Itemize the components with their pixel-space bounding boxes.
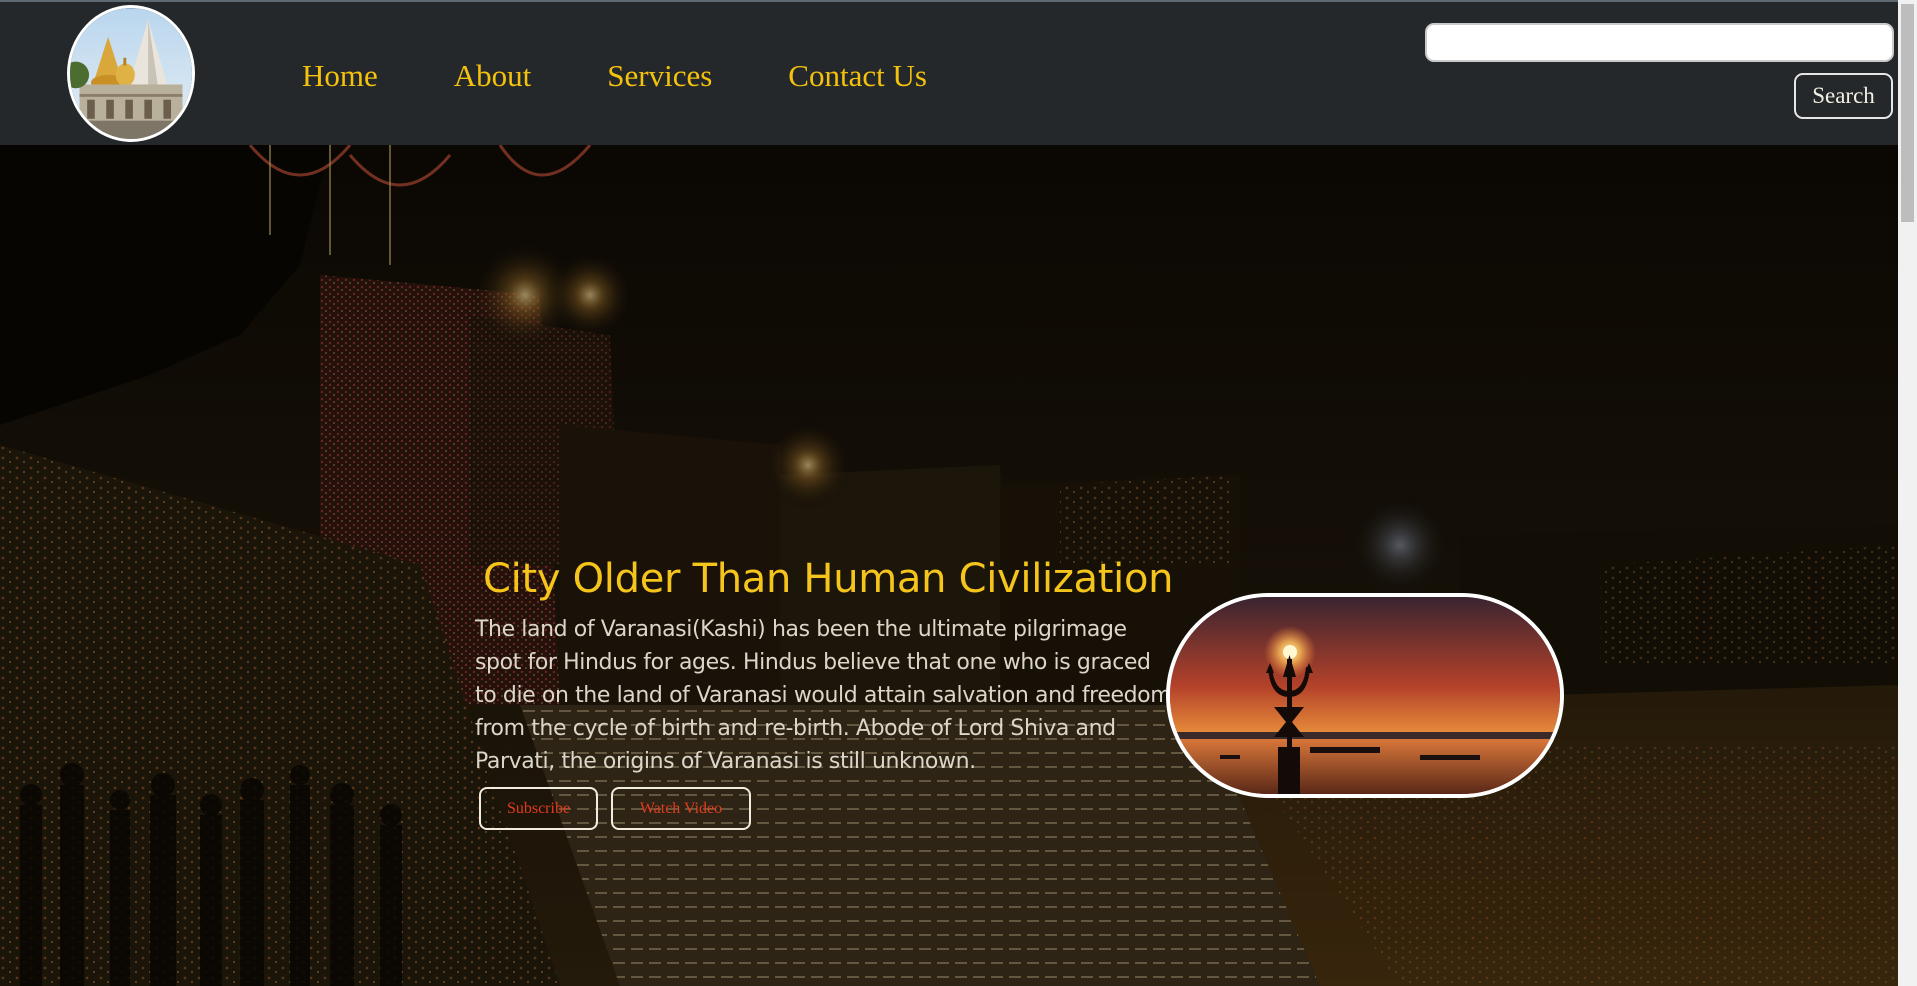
search-input[interactable] <box>1425 23 1894 62</box>
nav-link-about[interactable]: About <box>454 58 532 93</box>
temple-logo-image <box>70 8 192 139</box>
hero-title: City Older Than Human Civilization <box>483 556 1174 602</box>
watch-video-button[interactable]: Watch Video <box>611 787 751 830</box>
hero-description: The land of Varanasi(Kashi) has been the… <box>475 617 1172 774</box>
scrollbar-thumb[interactable] <box>1901 4 1914 222</box>
search-button[interactable]: Search <box>1794 73 1893 119</box>
temple-logo[interactable] <box>67 5 195 142</box>
trident-sunset-image <box>1166 593 1564 798</box>
nav-link-contact-us[interactable]: Contact Us <box>788 58 927 93</box>
nav-link-home[interactable]: Home <box>302 58 378 93</box>
hero-section: City Older Than Human Civilization The l… <box>0 0 1898 986</box>
page: Home About Services Contact Us Search Ci… <box>0 0 1917 986</box>
nav-menu: Home About Services Contact Us <box>302 58 1003 94</box>
page-scrollbar[interactable] <box>1898 0 1917 986</box>
nav-link-services[interactable]: Services <box>607 58 712 93</box>
navbar: Home About Services Contact Us Search <box>0 0 1898 145</box>
subscribe-button[interactable]: Subscribe <box>479 787 598 830</box>
